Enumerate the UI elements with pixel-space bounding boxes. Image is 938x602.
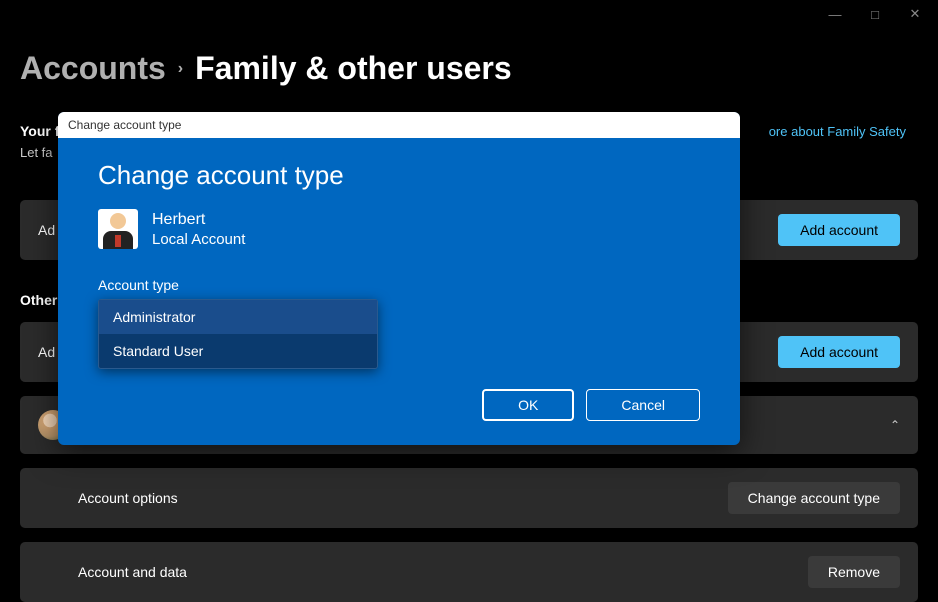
dialog-user-subtype: Local Account: [152, 231, 245, 248]
family-safety-link[interactable]: ore about Family Safety: [769, 124, 906, 139]
account-data-label: Account and data: [78, 564, 187, 580]
family-add-label: Ad: [38, 222, 55, 238]
close-button[interactable]: ✕: [900, 4, 930, 24]
change-account-type-button[interactable]: Change account type: [728, 482, 900, 514]
minimize-button[interactable]: —: [820, 4, 850, 24]
dialog-titlebar: Change account type: [58, 112, 740, 138]
titlebar: — □ ✕: [812, 0, 938, 28]
dialog-heading: Change account type: [98, 160, 700, 191]
remove-account-button[interactable]: Remove: [808, 556, 900, 588]
breadcrumb-parent[interactable]: Accounts: [20, 50, 166, 87]
other-add-label: Ad: [38, 344, 55, 360]
dialog-user-name: Herbert: [152, 211, 245, 229]
change-account-type-dialog: Change account type Change account type …: [58, 112, 740, 445]
family-desc-text: Let fa: [20, 145, 53, 160]
dialog-user-info: Herbert Local Account: [98, 209, 700, 249]
dropdown-option-standard-user[interactable]: Standard User: [99, 334, 377, 368]
breadcrumb-current: Family & other users: [195, 50, 512, 87]
ok-button[interactable]: OK: [482, 389, 574, 421]
dropdown-option-administrator[interactable]: Administrator: [99, 300, 377, 334]
add-family-account-button[interactable]: Add account: [778, 214, 900, 246]
cancel-button[interactable]: Cancel: [586, 389, 700, 421]
account-type-label: Account type: [98, 277, 700, 293]
user-avatar-icon: [98, 209, 138, 249]
add-other-account-button[interactable]: Add account: [778, 336, 900, 368]
account-options-card: Account options Change account type: [20, 468, 918, 528]
maximize-button[interactable]: □: [860, 4, 890, 24]
account-options-label: Account options: [78, 490, 178, 506]
chevron-right-icon: ›: [178, 60, 183, 78]
account-type-dropdown[interactable]: Administrator Standard User: [98, 299, 378, 369]
account-data-card: Account and data Remove: [20, 542, 918, 602]
breadcrumb: Accounts › Family & other users: [20, 50, 512, 87]
chevron-up-icon: ⌃: [890, 418, 900, 432]
